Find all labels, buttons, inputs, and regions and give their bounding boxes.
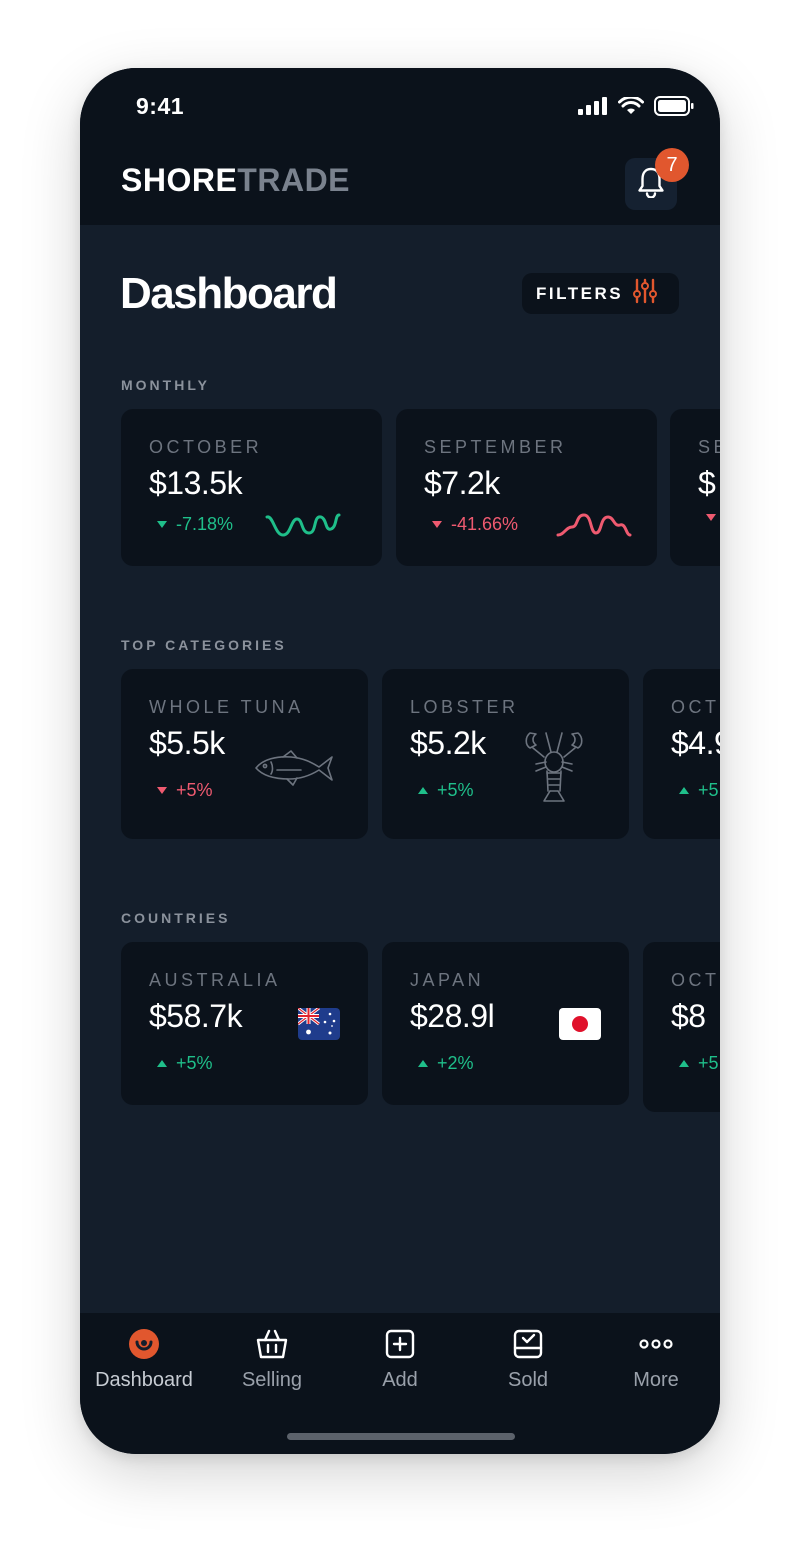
nav-item-sold[interactable]: Sold <box>464 1327 592 1392</box>
card-value: $5.5k <box>149 725 225 761</box>
section-label-countries: COUNTRIES <box>121 910 231 926</box>
category-card-partial[interactable]: OCT $4.9 +5 <box>643 669 720 839</box>
card-value: $ <box>698 465 716 501</box>
card-change: -41.66% <box>432 514 518 535</box>
change-value: +5% <box>176 1053 213 1073</box>
app-logo[interactable]: SHORETRADE <box>121 164 350 196</box>
card-change: +2% <box>418 1053 474 1074</box>
change-value: +5 <box>698 780 719 800</box>
triangle-down-icon <box>432 521 442 528</box>
nav-item-selling[interactable]: Selling <box>208 1327 336 1392</box>
monthly-card-september[interactable]: SEPTEMBER $7.2k -41.66% <box>396 409 657 566</box>
nav-label: Dashboard <box>95 1369 193 1391</box>
country-card-australia[interactable]: AUSTRALIA $58.7k +5% <box>121 942 368 1105</box>
card-change <box>706 514 716 521</box>
monthly-card-partial[interactable]: SE $ <box>670 409 720 566</box>
card-label: OCT <box>671 970 720 990</box>
change-value: -41.66% <box>451 514 519 534</box>
triangle-up-icon <box>679 1060 689 1067</box>
category-card-lobster[interactable]: LOBSTER $5.2k +5% <box>382 669 629 839</box>
triangle-up-icon <box>418 787 428 794</box>
sold-icon <box>512 1327 544 1361</box>
change-value: -7.18% <box>176 514 234 534</box>
change-value: +5% <box>176 780 213 800</box>
card-change: +5% <box>157 1053 213 1074</box>
card-change: +5% <box>418 780 474 801</box>
phone-screen: 9:41 SHORETRADE 7 Dashboard FILTERS MONT… <box>80 68 720 1454</box>
card-value: $58.7k <box>149 998 243 1034</box>
card-change: -7.18% <box>157 514 233 535</box>
card-label: OCT <box>671 697 720 717</box>
battery-icon <box>654 96 694 121</box>
australia-flag-icon <box>298 1008 340 1040</box>
filters-label: FILTERS <box>536 283 624 303</box>
change-value: +5% <box>437 780 474 800</box>
dashboard-icon <box>128 1327 160 1361</box>
triangle-up-icon <box>679 787 689 794</box>
trend-sparkline-icon <box>265 513 341 537</box>
card-change: +5 <box>679 1053 719 1074</box>
page-title: Dashboard <box>120 269 338 318</box>
change-value: +5 <box>698 1053 719 1073</box>
card-value: $5.2k <box>410 725 486 761</box>
card-value: $4.9 <box>671 725 720 761</box>
country-card-partial[interactable]: OCT $8 +5 <box>643 942 720 1112</box>
card-change: +5% <box>157 780 213 801</box>
japan-flag-icon <box>559 1008 601 1040</box>
logo-shore: SHORE <box>121 162 238 198</box>
country-card-japan[interactable]: JAPAN $28.9l +2% <box>382 942 629 1105</box>
section-label-monthly: MONTHLY <box>121 377 210 393</box>
nav-item-dashboard[interactable]: Dashboard <box>80 1327 208 1392</box>
basket-icon <box>255 1327 289 1361</box>
triangle-down-icon <box>706 514 716 521</box>
tuna-icon <box>255 750 333 786</box>
triangle-up-icon <box>418 1060 428 1067</box>
logo-trade: TRADE <box>237 162 351 198</box>
nav-label: More <box>633 1369 679 1391</box>
lobster-icon <box>525 732 583 802</box>
status-time: 9:41 <box>136 93 185 119</box>
card-value: $8 <box>671 998 706 1034</box>
add-icon <box>384 1327 416 1361</box>
sliders-icon <box>633 278 658 309</box>
card-label: OCTOBER <box>149 437 263 457</box>
card-value: $28.9l <box>410 998 495 1034</box>
top-bar: 9:41 SHORETRADE 7 <box>80 68 720 225</box>
nav-item-add[interactable]: Add <box>336 1327 464 1392</box>
category-card-whole-tuna[interactable]: WHOLE TUNA $5.5k +5% <box>121 669 368 839</box>
card-label: JAPAN <box>410 970 485 990</box>
nav-label: Selling <box>241 1369 303 1391</box>
filters-button[interactable]: FILTERS <box>522 273 679 314</box>
nav-label: Add <box>382 1369 418 1391</box>
card-label: WHOLE TUNA <box>149 697 304 717</box>
home-indicator[interactable] <box>287 1433 515 1440</box>
trend-sparkline-icon <box>556 513 632 537</box>
card-value: $13.5k <box>149 465 243 501</box>
card-value: $7.2k <box>424 465 500 501</box>
bottom-nav: Dashboard Selling Add Sold More <box>80 1313 720 1454</box>
monthly-card-october[interactable]: OCTOBER $13.5k -7.18% <box>121 409 382 566</box>
triangle-down-icon <box>157 787 167 794</box>
status-icons <box>578 95 694 121</box>
nav-item-more[interactable]: More <box>592 1327 720 1392</box>
card-label: AUSTRALIA <box>149 970 281 990</box>
more-icon <box>639 1327 673 1361</box>
signal-icon <box>578 97 608 120</box>
card-change: +5 <box>679 780 719 801</box>
card-label: SE <box>698 437 720 457</box>
nav-label: Sold <box>507 1369 549 1391</box>
triangle-up-icon <box>157 1060 167 1067</box>
card-label: SEPTEMBER <box>424 437 567 457</box>
wifi-icon <box>618 95 644 120</box>
triangle-down-icon <box>157 521 167 528</box>
change-value: +2% <box>437 1053 474 1073</box>
notification-badge: 7 <box>655 148 689 182</box>
card-label: LOBSTER <box>410 697 519 717</box>
section-label-top-categories: TOP CATEGORIES <box>121 637 287 653</box>
